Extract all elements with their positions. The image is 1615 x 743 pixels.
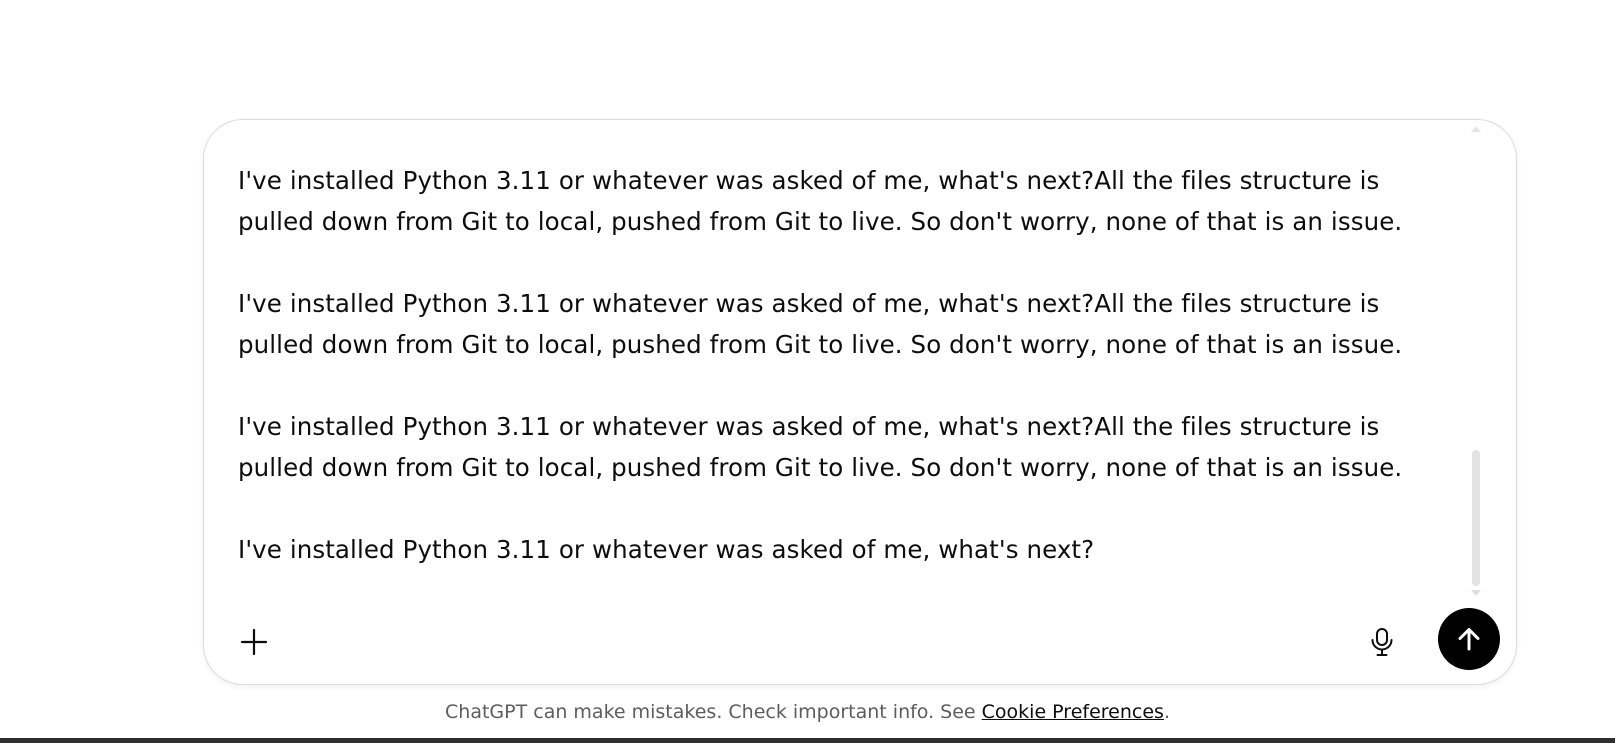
microphone-icon (1371, 628, 1393, 656)
cookie-preferences-link[interactable]: Cookie Preferences (982, 701, 1164, 723)
textarea-scrollbar[interactable] (1470, 126, 1482, 596)
prompt-paragraph: I've installed Python 3.11 or whatever w… (238, 289, 1403, 359)
disclaimer-text: ChatGPT can make mistakes. Check importa… (0, 698, 1615, 726)
disclaimer-suffix: . (1163, 701, 1170, 723)
attach-button[interactable] (226, 614, 282, 670)
prompt-composer[interactable]: I've installed Python 3.11 or whatever w… (203, 119, 1517, 685)
disclaimer-prefix: ChatGPT can make mistakes. Check importa… (445, 701, 982, 723)
scroll-up-arrow-icon[interactable] (1471, 126, 1481, 132)
arrow-up-icon (1458, 628, 1480, 651)
prompt-paragraph: I've installed Python 3.11 or whatever w… (238, 412, 1403, 482)
plus-icon (240, 628, 268, 656)
scrollbar-thumb[interactable] (1472, 450, 1480, 586)
prompt-paragraph: I've installed Python 3.11 or whatever w… (238, 535, 1095, 564)
prompt-textarea[interactable]: I've installed Python 3.11 or whatever w… (238, 160, 1458, 580)
voice-input-button[interactable] (1354, 614, 1410, 670)
prompt-paragraph: I've installed Python 3.11 or whatever w… (238, 166, 1403, 236)
scroll-down-arrow-icon[interactable] (1471, 590, 1481, 596)
send-button[interactable] (1438, 608, 1500, 670)
window-bottom-edge (0, 738, 1615, 743)
